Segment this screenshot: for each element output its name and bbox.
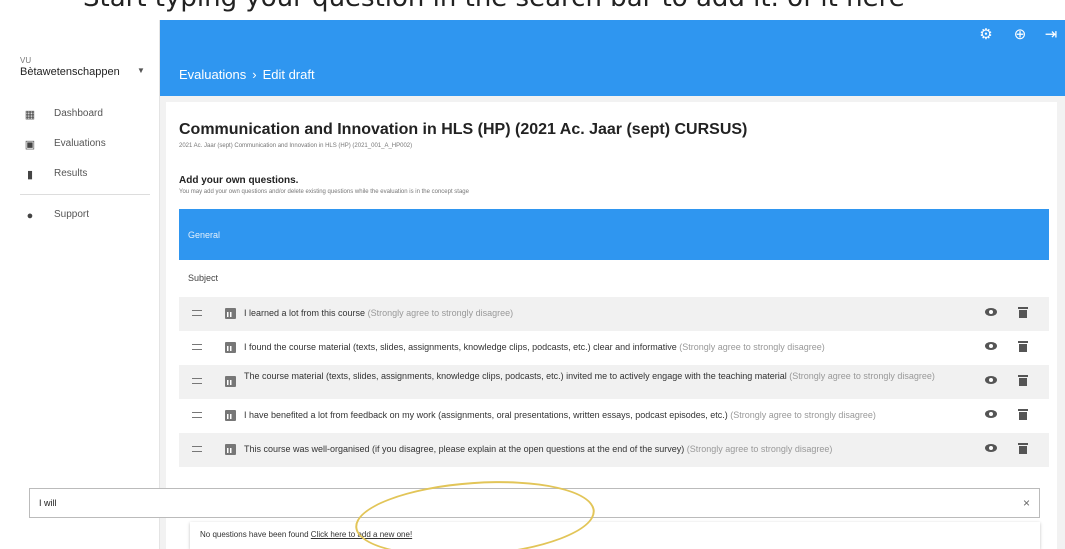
question-text: I found the course material (texts, slid… <box>244 342 964 352</box>
question-scale: (Strongly agree to strongly disagree) <box>367 308 514 318</box>
page-title: Communication and Innovation in HLS (HP)… <box>179 121 748 138</box>
drag-handle-icon[interactable] <box>192 344 202 350</box>
group-title: General <box>188 230 221 240</box>
bar-chart-icon: ▮ <box>26 169 34 181</box>
breadcrumb-evaluations[interactable]: Evaluations <box>179 67 246 82</box>
sidebar-item-label: Dashboard <box>54 108 103 119</box>
sidebar-divider <box>20 194 150 195</box>
instruction-caption-text: Start typing your question in the search… <box>83 0 905 13</box>
question-label: The course material (texts, slides, assi… <box>244 371 787 381</box>
sidebar-item-label: Evaluations <box>54 138 106 149</box>
question-search-input[interactable] <box>30 489 990 517</box>
question-label: I learned a lot from this course <box>244 308 366 318</box>
dashboard-icon: ▦ <box>24 109 36 121</box>
question-text: The course material (texts, slides, assi… <box>244 371 964 381</box>
preview-eye-icon[interactable] <box>985 342 997 350</box>
evaluation-card: Communication and Innovation in HLS (HP)… <box>166 102 1057 549</box>
question-scale: (Strongly agree to strongly disagree) <box>789 371 935 381</box>
breadcrumb-edit-draft: Edit draft <box>262 67 315 82</box>
close-icon[interactable]: × <box>1023 496 1030 510</box>
no-results-text: No questions have been found <box>200 530 309 539</box>
delete-trash-icon[interactable] <box>1018 341 1028 352</box>
help-icon: ● <box>26 210 34 222</box>
delete-trash-icon[interactable] <box>1018 375 1028 386</box>
sidebar-item-results[interactable]: ▮ Results <box>10 164 160 194</box>
delete-trash-icon[interactable] <box>1018 307 1028 318</box>
scale-question-icon <box>225 308 236 319</box>
preview-eye-icon[interactable] <box>985 376 997 384</box>
organization-name: Bètawetenschappen <box>20 66 120 78</box>
preview-eye-icon[interactable] <box>985 410 997 418</box>
scale-question-icon <box>225 342 236 353</box>
drag-handle-icon[interactable] <box>192 446 202 452</box>
question-scale: (Strongly agree to strongly disagree) <box>679 342 825 352</box>
delete-trash-icon[interactable] <box>1018 443 1028 454</box>
no-results-message: No questions have been found Click here … <box>200 530 412 539</box>
clipboard-icon: ▣ <box>24 139 36 151</box>
question-row: I found the course material (texts, slid… <box>179 331 1049 365</box>
globe-icon[interactable]: ⊕ <box>1011 26 1029 44</box>
scale-question-icon <box>225 376 236 387</box>
section-title: Add your own questions. <box>179 175 299 186</box>
question-text: I learned a lot from this course (Strong… <box>244 308 964 318</box>
chevron-down-icon[interactable]: ▼ <box>137 66 145 75</box>
breadcrumb-separator: › <box>252 67 257 82</box>
section-subtitle: You may add your own questions and/or de… <box>179 189 469 195</box>
sidebar: VU Bètawetenschappen ▼ ▦ Dashboard ▣ Eva… <box>10 20 160 549</box>
scale-question-icon <box>225 444 236 455</box>
app-bar: Evaluations › Edit draft ⚙ ⊕ ⇥ <box>160 20 1065 96</box>
question-label: I found the course material (texts, slid… <box>244 342 677 352</box>
breadcrumb: Evaluations › Edit draft <box>179 67 315 82</box>
question-list: I learned a lot from this course (Strong… <box>179 297 1049 467</box>
sidebar-item-label: Support <box>54 209 90 220</box>
question-row: The course material (texts, slides, assi… <box>179 365 1049 399</box>
drag-handle-icon[interactable] <box>192 378 202 384</box>
page-subtitle: 2021 Ac. Jaar (sept) Communication and I… <box>179 143 413 149</box>
instruction-caption: Start typing your question in the search… <box>0 0 1065 20</box>
sidebar-item-evaluations[interactable]: ▣ Evaluations <box>10 134 160 164</box>
gear-icon[interactable]: ⚙ <box>977 26 995 44</box>
question-row: I have benefited a lot from feedback on … <box>179 399 1049 433</box>
delete-trash-icon[interactable] <box>1018 409 1028 420</box>
logout-icon[interactable]: ⇥ <box>1042 26 1060 44</box>
sidebar-item-label: Results <box>54 168 88 179</box>
preview-eye-icon[interactable] <box>985 308 997 316</box>
question-text: This course was well-organised (if you d… <box>244 444 964 454</box>
organization-label: VU <box>20 56 32 65</box>
search-results-dropdown: No questions have been found Click here … <box>190 522 1040 549</box>
drag-handle-icon[interactable] <box>192 412 202 418</box>
question-text: I have benefited a lot from feedback on … <box>244 410 964 420</box>
sidebar-item-dashboard[interactable]: ▦ Dashboard <box>10 104 160 134</box>
question-label: This course was well-organised (if you d… <box>244 444 685 454</box>
question-scale: (Strongly agree to strongly disagree) <box>686 444 833 454</box>
main-content: Communication and Innovation in HLS (HP)… <box>160 96 1065 549</box>
question-row: This course was well-organised (if you d… <box>179 433 1049 467</box>
group-header: General <box>179 209 1049 260</box>
question-label: I have benefited a lot from feedback on … <box>244 410 728 420</box>
subject-label: Subject <box>188 273 219 283</box>
preview-eye-icon[interactable] <box>985 444 997 452</box>
sidebar-item-support[interactable]: ● Support <box>10 205 160 235</box>
scale-question-icon <box>225 410 236 421</box>
question-row: I learned a lot from this course (Strong… <box>179 297 1049 331</box>
add-new-question-link[interactable]: Click here to add a new one! <box>311 530 412 539</box>
question-scale: (Strongly agree to strongly disagree) <box>730 410 876 420</box>
question-search-field[interactable]: × <box>29 488 1040 518</box>
side-navigation: ▦ Dashboard ▣ Evaluations ▮ Results ● Su… <box>10 104 160 235</box>
drag-handle-icon[interactable] <box>192 310 202 316</box>
